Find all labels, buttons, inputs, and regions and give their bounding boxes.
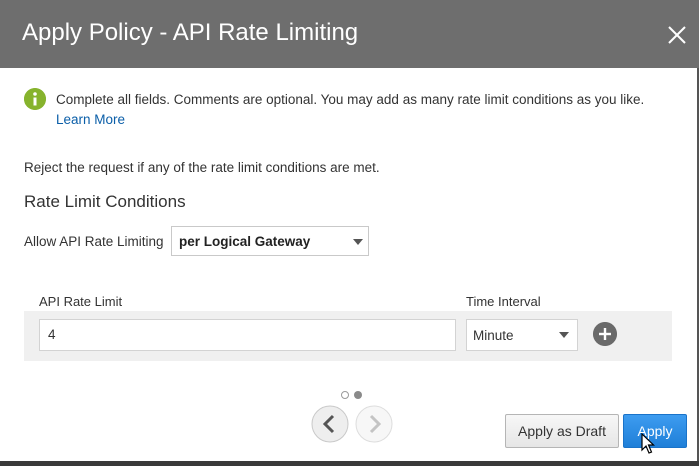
- dialog-title: Apply Policy - API Rate Limiting: [22, 19, 359, 46]
- chevron-down-icon: [559, 332, 569, 338]
- chevron-right-icon[interactable]: [355, 405, 393, 443]
- api-rate-limit-input[interactable]: 4: [39, 319, 456, 351]
- info-message: Complete all fields. Comments are option…: [56, 90, 686, 130]
- apply-button[interactable]: Apply: [623, 414, 687, 448]
- time-interval-selected-value: Minute: [473, 328, 514, 343]
- page-indicator-dot-1[interactable]: [341, 391, 349, 399]
- info-message-text: Complete all fields. Comments are option…: [56, 92, 645, 107]
- time-interval-label: Time Interval: [466, 294, 541, 309]
- mouse-pointer-icon: [641, 433, 655, 454]
- dialog-bottom-border: [0, 461, 699, 466]
- section-title: Rate Limit Conditions: [24, 192, 186, 211]
- reject-description: Reject the request if any of the rate li…: [24, 160, 380, 175]
- plus-circle-icon[interactable]: [593, 322, 617, 346]
- learn-more-link[interactable]: Learn More: [56, 112, 125, 127]
- api-rate-limit-label: API Rate Limit: [39, 294, 123, 309]
- chevron-down-icon: [353, 239, 363, 245]
- info-icon: [24, 88, 46, 110]
- close-icon[interactable]: [664, 22, 690, 48]
- page-indicator-dot-2[interactable]: [354, 391, 362, 399]
- apply-as-draft-button[interactable]: Apply as Draft: [505, 414, 619, 448]
- dialog-header: Apply Policy - API Rate Limiting: [0, 0, 699, 68]
- rate-limiting-scope-select[interactable]: per Logical Gateway: [171, 226, 369, 256]
- chevron-left-icon[interactable]: [311, 405, 349, 443]
- scope-selected-value: per Logical Gateway: [179, 234, 311, 249]
- time-interval-select[interactable]: Minute: [466, 319, 578, 351]
- allow-rate-limiting-label: Allow API Rate Limiting: [24, 234, 164, 249]
